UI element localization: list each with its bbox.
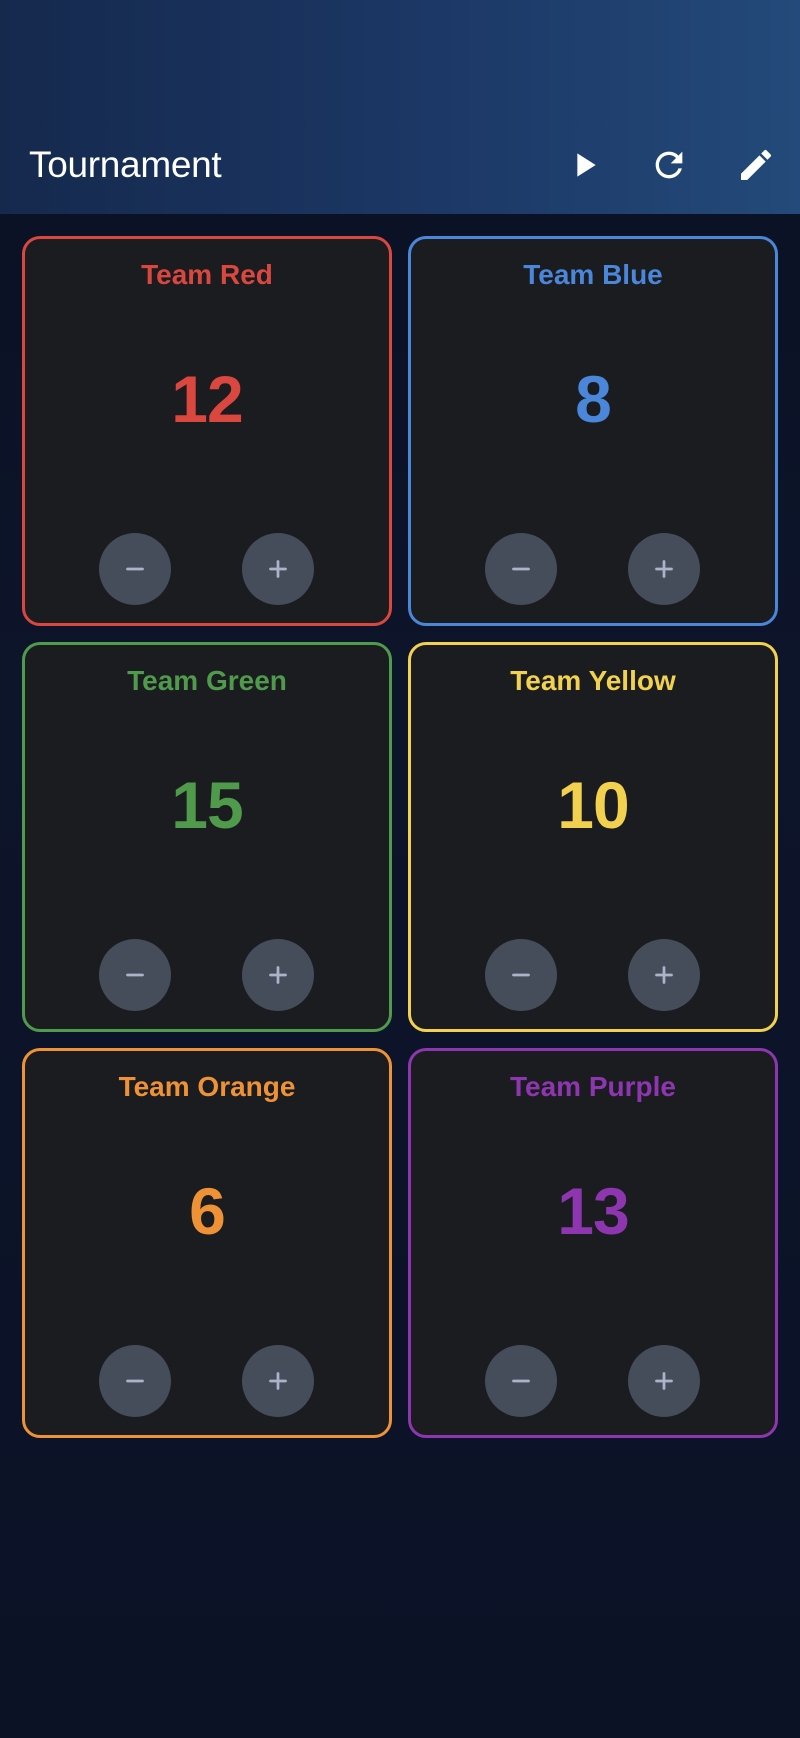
minus-icon [512, 567, 530, 571]
team-name: Team Red [141, 259, 273, 290]
team-card: Team Purple 13 [408, 1048, 778, 1438]
play-icon [577, 153, 596, 177]
minus-icon [126, 973, 144, 977]
plus-icon [269, 1372, 287, 1390]
plus-icon [655, 1372, 673, 1390]
team-card: Team Blue 8 [408, 236, 778, 626]
team-card: Team Yellow 10 [408, 642, 778, 1032]
team-score: 12 [171, 362, 243, 436]
decrement-button[interactable] [485, 939, 557, 1011]
increment-button[interactable] [242, 1345, 314, 1417]
plus-icon [655, 966, 673, 984]
refresh-icon [655, 151, 683, 179]
minus-icon [512, 973, 530, 977]
app-screen: Tournament Team Red 12 Team Blue 8 Team Gree… [0, 0, 800, 1738]
app-bar: Tournament [0, 0, 800, 214]
team-name: Team Purple [510, 1071, 676, 1102]
increment-button[interactable] [242, 533, 314, 605]
page-title: Tournament [29, 144, 222, 185]
team-card: Team Green 15 [22, 642, 392, 1032]
increment-button[interactable] [628, 1345, 700, 1417]
decrement-button[interactable] [485, 533, 557, 605]
pencil-icon [741, 149, 772, 180]
score-controls [411, 1345, 775, 1417]
decrement-button[interactable] [99, 1345, 171, 1417]
team-score: 6 [189, 1174, 226, 1248]
increment-button[interactable] [242, 939, 314, 1011]
score-controls [25, 533, 389, 605]
increment-button[interactable] [628, 939, 700, 1011]
decrement-button[interactable] [99, 533, 171, 605]
score-controls [411, 533, 775, 605]
decrement-button[interactable] [99, 939, 171, 1011]
plus-icon [269, 966, 287, 984]
team-name: Team Blue [523, 259, 663, 290]
score-controls [25, 939, 389, 1011]
edit-button[interactable] [728, 137, 784, 193]
decrement-button[interactable] [485, 1345, 557, 1417]
increment-button[interactable] [628, 533, 700, 605]
team-name: Team Yellow [510, 665, 676, 696]
minus-icon [126, 567, 144, 571]
score-controls [411, 939, 775, 1011]
team-card: Team Red 12 [22, 236, 392, 626]
team-name: Team Green [127, 665, 287, 696]
team-card: Team Orange 6 [22, 1048, 392, 1438]
plus-icon [269, 560, 287, 578]
score-controls [25, 1345, 389, 1417]
team-name: Team Orange [118, 1071, 296, 1102]
play-button[interactable] [556, 137, 612, 193]
team-score: 10 [557, 768, 629, 842]
team-grid: Team Red 12 Team Blue 8 Team Green 15 Team Yel… [22, 236, 778, 1438]
reset-button[interactable] [641, 137, 697, 193]
minus-icon [512, 1379, 530, 1383]
plus-icon [655, 560, 673, 578]
minus-icon [126, 1379, 144, 1383]
team-score: 15 [171, 768, 243, 842]
team-score: 13 [557, 1174, 629, 1248]
team-score: 8 [575, 362, 612, 436]
